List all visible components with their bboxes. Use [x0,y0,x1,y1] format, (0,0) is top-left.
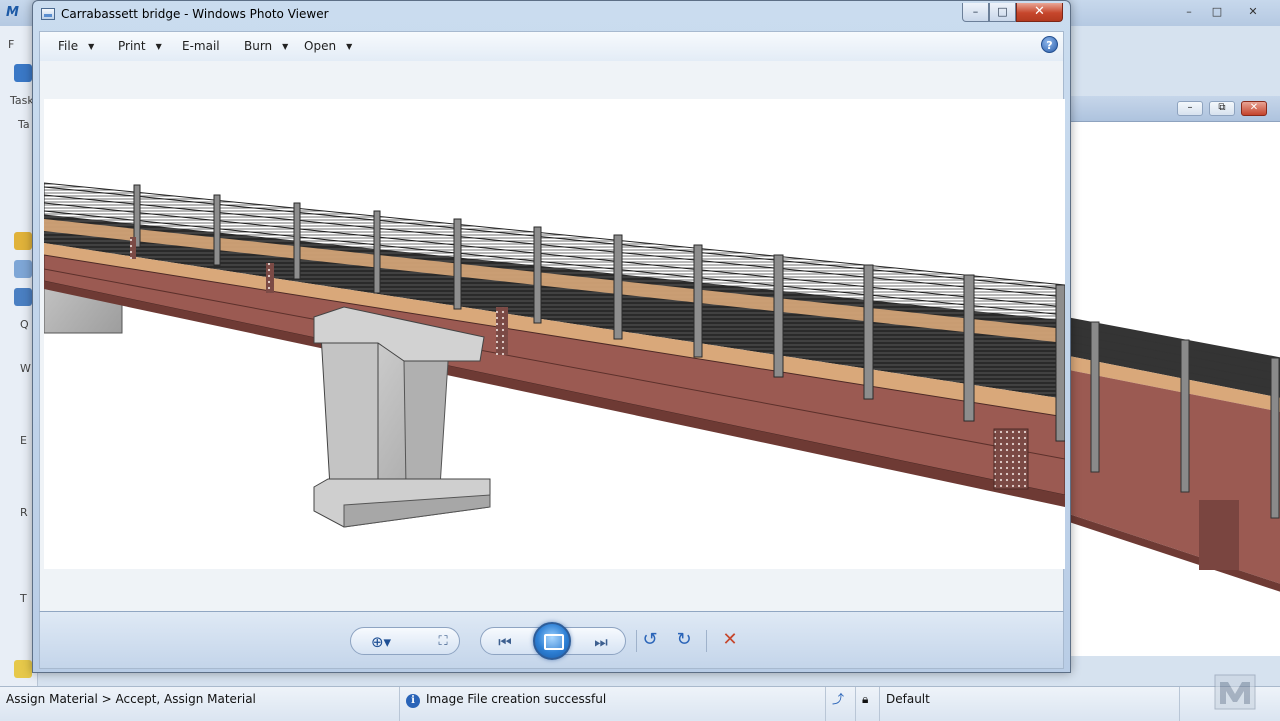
menu-email-label: E-mail [182,39,220,53]
tool-icon[interactable] [14,660,32,678]
background-menu-label[interactable]: F [8,38,14,51]
bridge-continuation [1069,317,1280,592]
menu-file[interactable]: File ▼ [58,39,94,53]
menu-burn-label: Burn [244,39,273,53]
menu-burn[interactable]: Burn ▼ [244,39,288,53]
minimize-button[interactable]: – [962,3,989,22]
tasks-label: Task [10,94,34,107]
status-message-text: Image File creation successful [426,692,607,706]
info-icon: i [406,694,420,708]
background-view-window: – ⧉ ✕ [1068,96,1280,656]
task-shortcut-label: T [20,592,27,605]
app-logo-icon: M [6,5,19,20]
bridge-rendering [44,182,1065,528]
photo-viewer-icon [41,8,55,20]
menu-open-label: Open [304,39,337,53]
photo-viewer-window: Carrabassett bridge - Windows Photo View… [32,0,1071,673]
menu-file-label: File [58,39,79,53]
task-shortcut-label: W [20,362,31,375]
tool-icon[interactable] [14,232,32,250]
background-maximize-button[interactable]: □ [1204,4,1230,20]
viewer-toolbar: ⊕▾ ⛶ ⏮ ⏭ ↺ ↻ ✕ [39,611,1064,669]
chevron-down-icon: ▼ [155,42,162,51]
toolbar-divider [706,630,707,652]
help-icon[interactable]: ? [1041,36,1058,53]
delete-icon[interactable]: ✕ [714,627,746,653]
previous-icon[interactable]: ⏮ [489,629,521,655]
menu-print-label: Print [118,39,146,53]
menu-bar: File ▼ Print ▼ E-mail Burn ▼ Open ▼ ? [39,31,1064,61]
tasks-tab[interactable]: Ta [18,118,30,131]
chevron-down-icon: ▼ [346,42,353,51]
slideshow-button[interactable] [533,622,571,660]
view-restore-button[interactable]: ⧉ [1209,101,1235,116]
background-close-button[interactable]: ✕ [1240,4,1266,20]
status-message: i Image File creation successful [400,687,826,721]
snap-icon[interactable]: ⤴ [826,687,856,721]
menu-open[interactable]: Open ▼ [304,39,352,53]
chevron-down-icon: ▼ [282,42,289,51]
background-view-titlebar: – ⧉ ✕ [1069,96,1280,122]
rotate-clockwise-icon[interactable]: ↻ [668,627,700,653]
lock-icon[interactable]: 🔒︎ [856,687,880,721]
chevron-down-icon: ▼ [88,42,95,51]
zoom-group: ⊕▾ ⛶ [350,627,460,655]
status-command: Assign Material > Accept, Assign Materia… [0,687,400,721]
bridge-image [44,99,1065,569]
view-minimize-button[interactable]: – [1177,101,1203,116]
level-display[interactable]: Default [880,687,1180,721]
menu-email[interactable]: E-mail [182,39,220,53]
actual-size-icon[interactable]: ⛶ [427,629,459,655]
view-close-button[interactable]: ✕ [1241,101,1267,116]
status-bar: Assign Material > Accept, Assign Materia… [0,686,1280,721]
tool-icon[interactable] [14,260,32,278]
tool-icon[interactable] [14,64,32,82]
background-minimize-button[interactable]: – [1176,4,1202,20]
watermark-logo-icon [1214,674,1256,710]
close-button[interactable]: ✕ [1016,3,1063,22]
rotate-counterclockwise-icon[interactable]: ↺ [634,627,666,653]
tool-icon[interactable] [14,288,32,306]
photo-viewer-titlebar[interactable]: Carrabassett bridge - Windows Photo View… [33,1,1070,29]
zoom-icon[interactable]: ⊕▾ [365,629,397,655]
image-canvas [39,61,1065,611]
task-shortcut-label: R [20,506,28,519]
menu-print[interactable]: Print ▼ [118,39,162,53]
task-shortcut-label: Q [20,318,29,331]
maximize-button[interactable]: □ [989,3,1016,22]
next-icon[interactable]: ⏭ [585,629,617,655]
window-title: Carrabassett bridge - Windows Photo View… [61,7,329,21]
task-shortcut-label: E [20,434,27,447]
